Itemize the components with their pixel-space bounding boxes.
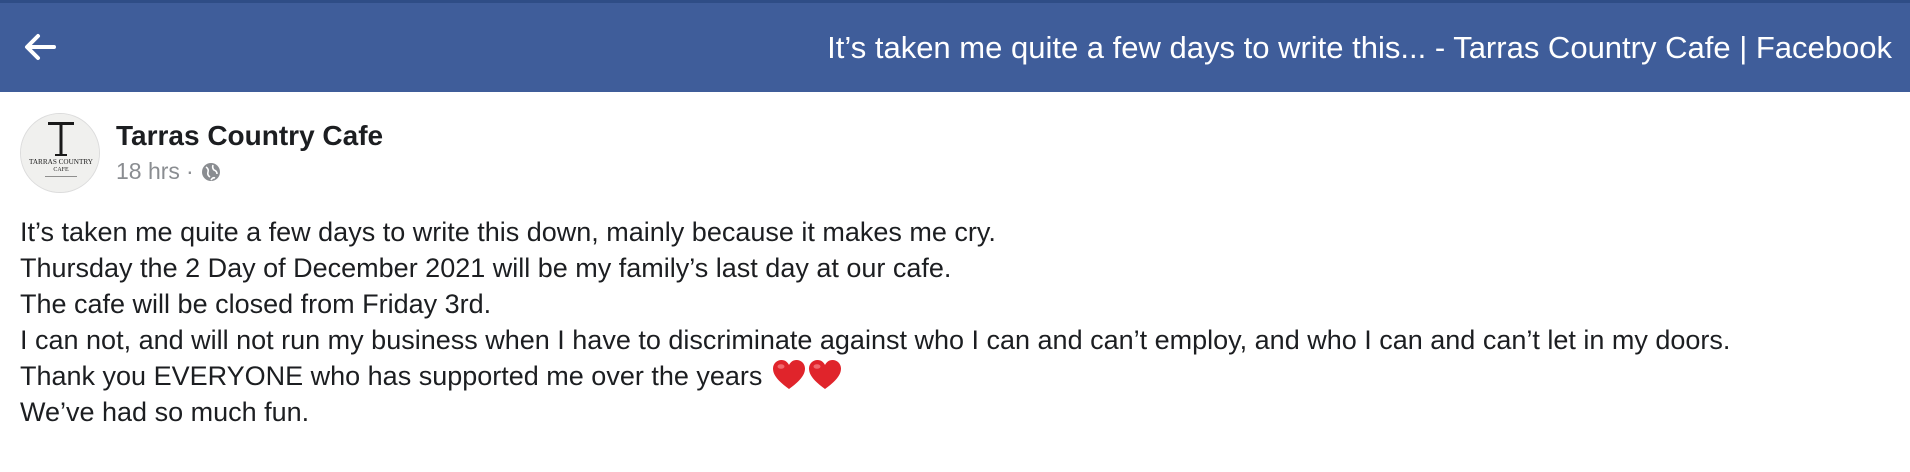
globe-icon[interactable] xyxy=(200,161,222,183)
post-line: We’ve had so much fun. xyxy=(20,397,310,427)
meta-separator: · xyxy=(185,158,194,184)
page-title: It’s taken me quite a few days to write … xyxy=(827,29,1892,65)
post: TARRAS COUNTRY CAFE Tarras Country Cafe … xyxy=(0,92,1910,472)
avatar[interactable]: TARRAS COUNTRY CAFE xyxy=(20,113,100,193)
post-timestamp[interactable]: 18 hrs xyxy=(116,158,180,185)
avatar-logo-line1: TARRAS COUNTRY xyxy=(29,158,94,166)
author-name[interactable]: Tarras Country Cafe xyxy=(116,120,383,152)
post-meta: 18 hrs · xyxy=(116,158,222,185)
post-line: Thursday the 2 Day of December 2021 will… xyxy=(20,253,952,283)
red-heart-emoji xyxy=(772,359,806,391)
avatar-logo-line2: CAFE xyxy=(53,167,69,173)
red-heart-emoji xyxy=(808,359,842,391)
back-button[interactable] xyxy=(20,31,60,67)
post-line: I can not, and will not run my business … xyxy=(20,325,1731,355)
post-line-text: Thank you EVERYONE who has supported me … xyxy=(20,361,763,391)
cafe-logo: TARRAS COUNTRY CAFE xyxy=(21,114,99,192)
top-bar: It’s taken me quite a few days to write … xyxy=(0,0,1910,92)
post-line: It’s taken me quite a few days to write … xyxy=(20,217,996,247)
post-body: It’s taken me quite a few days to write … xyxy=(20,214,1730,430)
post-line-with-emoji: Thank you EVERYONE who has supported me … xyxy=(20,358,1730,394)
post-line: The cafe will be closed from Friday 3rd. xyxy=(20,289,492,319)
arrow-left-icon xyxy=(23,32,57,67)
